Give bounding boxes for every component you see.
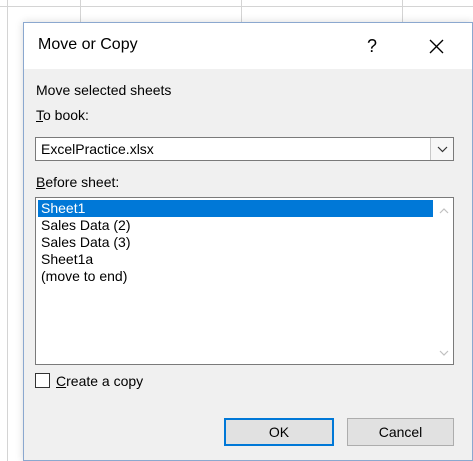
help-button[interactable]: ? bbox=[354, 29, 390, 63]
list-item-move-to-end[interactable]: (move to end) bbox=[38, 268, 433, 285]
close-button[interactable] bbox=[418, 29, 454, 63]
close-icon bbox=[429, 39, 443, 53]
move-selected-sheets-label: Move selected sheets bbox=[36, 82, 172, 98]
list-item-sheet1a[interactable]: Sheet1a bbox=[38, 251, 433, 268]
list-item-sheet1[interactable]: Sheet1 bbox=[38, 200, 433, 217]
sheet-list: Sheet1 Sales Data (2) Sales Data (3) She… bbox=[38, 200, 433, 285]
to-book-dropdown[interactable]: ExcelPractice.xlsx bbox=[35, 137, 454, 161]
ok-button[interactable]: OK bbox=[224, 418, 334, 446]
scroll-down-button[interactable] bbox=[435, 344, 453, 362]
cancel-button[interactable]: Cancel bbox=[347, 418, 454, 446]
scroll-up-button[interactable] bbox=[435, 202, 453, 220]
dropdown-button[interactable] bbox=[430, 138, 453, 160]
move-or-copy-dialog: Move or Copy ? Move selected sheets To b… bbox=[23, 22, 473, 461]
before-sheet-label: Before sheet: bbox=[36, 174, 120, 190]
list-item-sales-data-3[interactable]: Sales Data (3) bbox=[38, 234, 433, 251]
chevron-up-icon bbox=[439, 208, 449, 214]
create-copy-label[interactable]: Create a copy bbox=[56, 373, 143, 389]
chevron-down-icon bbox=[439, 350, 449, 356]
help-icon: ? bbox=[366, 35, 377, 56]
chevron-down-icon bbox=[437, 146, 447, 152]
dialog-title: Move or Copy bbox=[38, 36, 138, 53]
to-book-label: To book: bbox=[36, 107, 89, 123]
dialog-titlebar: Move or Copy ? bbox=[24, 23, 472, 69]
listbox-scrollbar[interactable] bbox=[435, 198, 453, 364]
to-book-value: ExcelPractice.xlsx bbox=[41, 141, 154, 157]
before-sheet-listbox[interactable]: Sheet1 Sales Data (2) Sales Data (3) She… bbox=[35, 197, 454, 365]
create-copy-checkbox[interactable] bbox=[35, 373, 50, 388]
list-item-sales-data-2[interactable]: Sales Data (2) bbox=[38, 217, 433, 234]
